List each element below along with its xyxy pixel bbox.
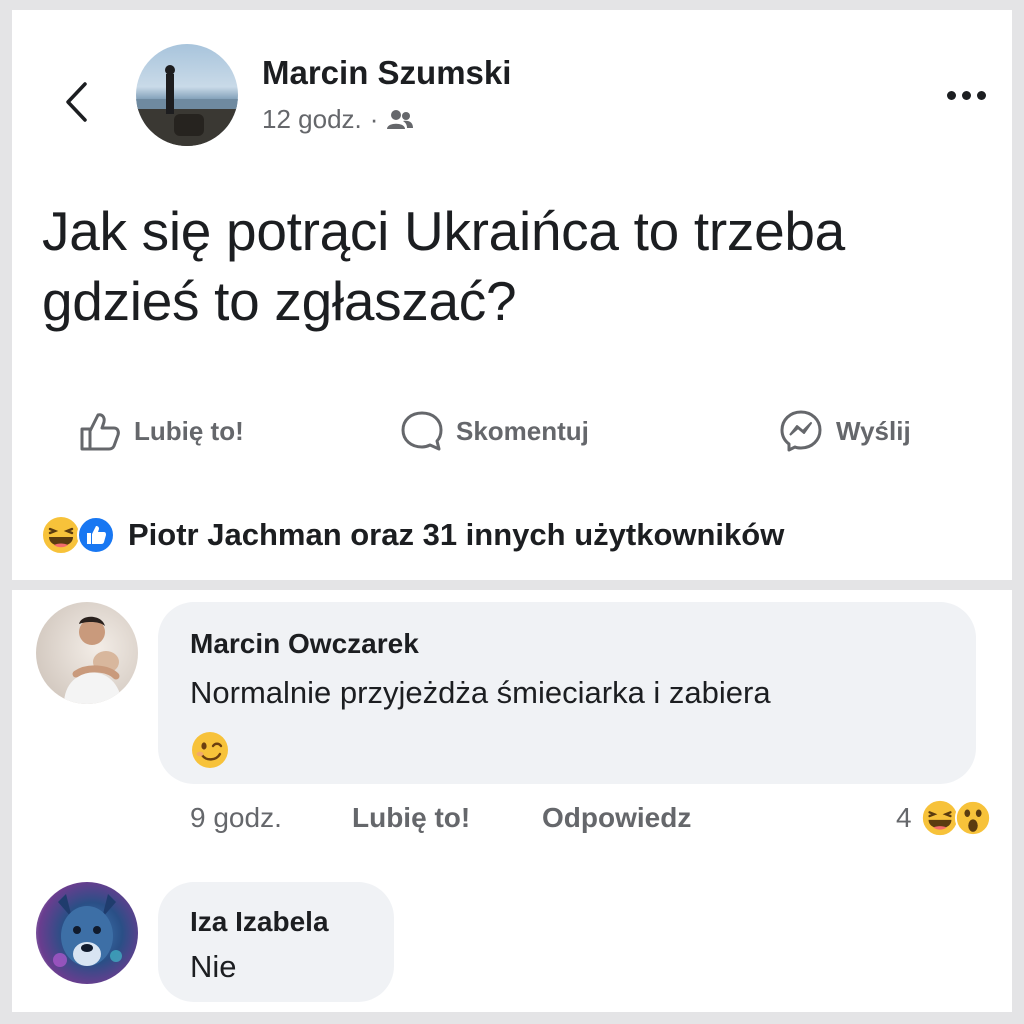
like-button[interactable]: Lubię to! — [78, 406, 244, 456]
comment-reply-button[interactable]: Odpowiedz — [542, 798, 691, 838]
reaction-summary-text: Piotr Jachman oraz 31 innych użytkownikó… — [128, 517, 785, 552]
back-button[interactable] — [54, 72, 98, 132]
reactions-summary[interactable]: Piotr Jachman oraz 31 innych użytkownikó… — [40, 510, 784, 560]
avatar-photo — [53, 894, 122, 967]
comment-author-name[interactable]: Iza Izabela — [190, 906, 329, 938]
like-label: Lubię to! — [134, 415, 244, 446]
comment-button[interactable]: Skomentuj — [400, 406, 589, 456]
like-icon — [77, 516, 115, 554]
comment-time: 9 godz. — [190, 802, 282, 833]
post-card: Marcin Szumski 12 godz. · Jak się potrąc… — [12, 10, 1012, 580]
comment-label: Skomentuj — [456, 415, 589, 446]
comment-text: Nie — [190, 949, 237, 984]
post-author-name[interactable]: Marcin Szumski — [262, 54, 511, 92]
dot — [976, 90, 986, 100]
friends-icon — [387, 109, 414, 129]
messenger-icon — [780, 410, 822, 452]
comment-bubble: Iza Izabela Nie — [158, 882, 394, 1002]
post-text: Jak się potrąci Ukraińca to trzeba gdzie… — [42, 200, 845, 332]
comment-avatar[interactable] — [36, 602, 138, 704]
wow-icon — [954, 799, 991, 837]
avatar-photo — [136, 65, 238, 146]
author-avatar[interactable] — [136, 44, 238, 146]
comments-section: Marcin Owczarek Normalnie przyjeżdża śmi… — [12, 590, 1012, 1012]
chevron-left-icon — [66, 82, 87, 122]
comment-icon — [401, 411, 443, 451]
send-button[interactable]: Wyślij — [778, 406, 911, 456]
comment-author-name[interactable]: Marcin Owczarek — [190, 628, 419, 660]
post-time[interactable]: 12 godz. — [262, 104, 362, 135]
send-label: Wyślij — [836, 415, 911, 446]
thumbs-up-icon — [80, 413, 120, 451]
wink-emoji — [192, 732, 228, 768]
dot — [946, 90, 956, 100]
comment-like-button[interactable]: Lubię to! — [352, 798, 470, 838]
post-meta: 12 godz. · — [262, 104, 414, 135]
meta-separator: · — [369, 104, 379, 134]
more-options-button[interactable] — [936, 80, 996, 110]
comment-bubble: Marcin Owczarek Normalnie przyjeżdża śmi… — [158, 602, 976, 784]
avatar-photo — [64, 616, 122, 704]
comment-reaction-count: 4 — [896, 802, 912, 833]
dot — [961, 90, 971, 100]
comment-reactions[interactable]: 4 — [896, 798, 992, 838]
comment-text: Normalnie przyjeżdża śmieciarka i zabier… — [190, 675, 771, 710]
comment-avatar[interactable] — [36, 882, 138, 984]
